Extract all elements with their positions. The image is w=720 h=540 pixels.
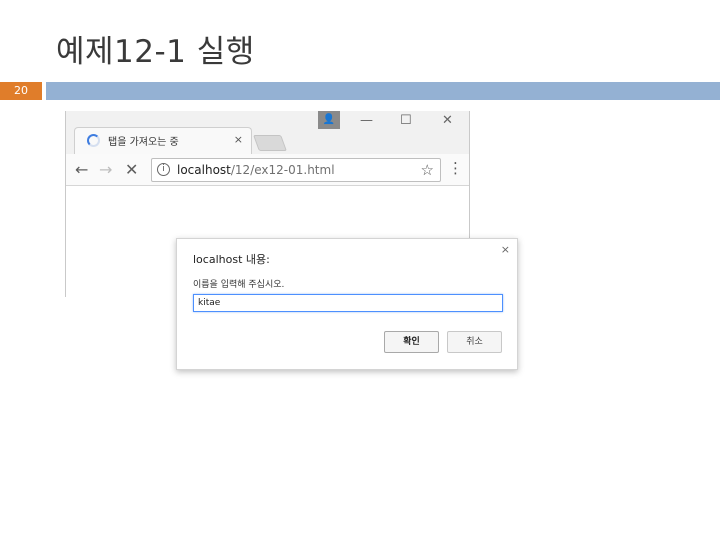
browser-toolbar: ← → ✕ i localhost/12/ex12-01.html ☆ ⋮ [66,154,469,186]
dialog-close-icon[interactable]: × [501,243,510,256]
name-input[interactable]: kitae [193,294,503,312]
tab-close-icon[interactable]: × [234,133,243,146]
stop-icon[interactable]: ✕ [125,160,138,179]
bookmark-star-icon[interactable]: ☆ [421,161,434,179]
browser-titlebar: 탭을 가져오는 중 × 👤 — ☐ ✕ [66,111,469,154]
minimize-button[interactable]: — [360,113,373,128]
dialog-message: 이름을 입력해 주십시오. [193,280,285,290]
loading-spinner-icon [87,134,100,147]
url-host: localhost [177,163,231,177]
ok-button[interactable]: 확인 [384,331,439,353]
page-number: 20 [0,82,42,100]
slide-title: 예제12-1 실행 [56,34,255,70]
close-window-button[interactable]: ✕ [442,113,453,128]
tab-title: 탭을 가져오는 중 [108,137,179,148]
cancel-button[interactable]: 취소 [447,331,502,353]
url-path: /12/ex12-01.html [230,163,335,177]
browser-tab[interactable]: 탭을 가져오는 중 × [74,127,252,154]
forward-icon[interactable]: → [99,160,112,179]
address-bar[interactable]: i localhost/12/ex12-01.html ☆ [151,158,441,182]
menu-icon[interactable]: ⋮ [448,159,463,177]
dialog-title: localhost 내용: [193,253,270,266]
url-text: localhost/12/ex12-01.html [177,163,335,177]
info-icon[interactable]: i [157,163,170,176]
header-bar [46,82,720,100]
maximize-button[interactable]: ☐ [400,113,412,128]
back-icon[interactable]: ← [75,160,88,179]
new-tab-button[interactable] [253,135,287,151]
user-profile-icon[interactable]: 👤 [318,111,340,129]
prompt-dialog: × localhost 내용: 이름을 입력해 주십시오. kitae 확인 취… [176,238,518,370]
